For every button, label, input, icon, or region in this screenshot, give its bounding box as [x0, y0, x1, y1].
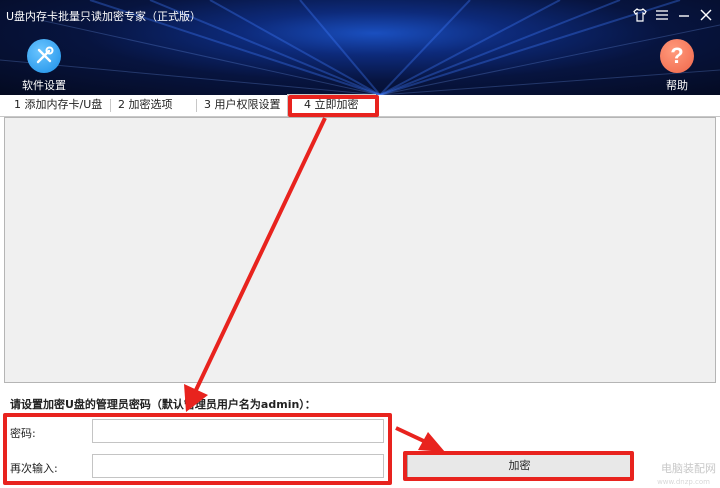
tab-encrypt-options[interactable]: 2 加密选项 [110, 95, 173, 115]
help-button[interactable]: ? 帮助 [652, 39, 702, 93]
content-panel [4, 117, 716, 383]
tab-add-device[interactable]: 1 添加内存卡/U盘 [14, 95, 102, 115]
window-title: U盘内存卡批量只读加密专家（正式版） [6, 10, 202, 23]
watermark: 电脑装配网 [661, 462, 716, 475]
highlight-encrypt-button [403, 451, 634, 481]
settings-button[interactable]: 软件设置 [18, 39, 70, 93]
close-icon[interactable] [698, 7, 714, 23]
password-instruction: 请设置加密U盘的管理员密码（默认管理员用户名为admin）： [10, 398, 316, 411]
question-icon: ? [660, 39, 694, 73]
menu-icon[interactable] [654, 7, 670, 23]
wrench-screwdriver-icon [27, 39, 61, 73]
tab-user-permissions[interactable]: 3 用户权限设置 [196, 95, 281, 115]
highlight-encrypt-tab [288, 95, 379, 117]
minimize-icon[interactable] [676, 7, 692, 23]
question-glyph: ? [670, 43, 684, 68]
highlight-password-fields [3, 413, 392, 485]
help-label: 帮助 [666, 79, 688, 92]
header-bar: U盘内存卡批量只读加密专家（正式版） 软件设置 ? 帮助 [0, 0, 720, 95]
settings-label: 软件设置 [22, 79, 66, 92]
watermark-url: www.dnzp.com [657, 478, 710, 486]
shirt-icon[interactable] [632, 7, 648, 23]
